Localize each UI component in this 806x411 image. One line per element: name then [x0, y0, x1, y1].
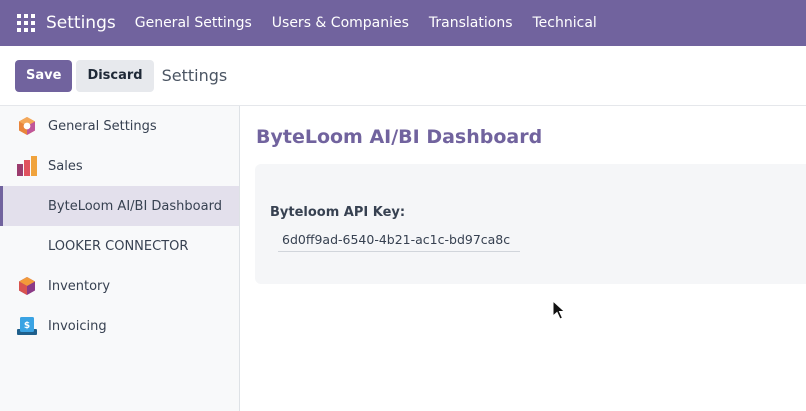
sidebar-item-general-settings[interactable]: General Settings [0, 106, 239, 146]
section-title: ByteLoom AI/BI Dashboard [256, 126, 543, 148]
menu-translations[interactable]: Translations [429, 15, 513, 31]
sidebar-item-sales[interactable]: Sales [0, 146, 239, 186]
sales-chart-icon [17, 156, 37, 176]
inventory-box-icon [17, 276, 37, 296]
sidebar-item-looker-connector[interactable]: LOOKER CONNECTOR [0, 226, 239, 266]
api-key-input[interactable] [278, 227, 520, 252]
settings-sidebar: General Settings Sales ByteLoom AI/BI Da… [0, 106, 240, 411]
sidebar-item-label: Inventory [48, 278, 111, 294]
sidebar-item-label: Invoicing [48, 318, 107, 334]
sidebar-item-label: ByteLoom AI/BI Dashboard [48, 198, 222, 214]
control-panel: Save Discard Settings [0, 46, 806, 106]
menu-users-companies[interactable]: Users & Companies [272, 15, 409, 31]
sidebar-item-label: LOOKER CONNECTOR [48, 238, 189, 254]
odoo-settings-icon [17, 116, 37, 136]
svg-text:$: $ [24, 321, 30, 331]
invoicing-icon: $ [17, 316, 37, 336]
sidebar-item-inventory[interactable]: Inventory [0, 266, 239, 306]
sidebar-item-invoicing[interactable]: $ Invoicing [0, 306, 239, 346]
save-button[interactable]: Save [15, 59, 73, 92]
discard-button[interactable]: Discard [76, 59, 154, 92]
settings-content: ByteLoom AI/BI Dashboard Byteloom API Ke… [240, 106, 806, 411]
menu-technical[interactable]: Technical [533, 15, 597, 31]
mouse-cursor-icon [552, 300, 566, 320]
settings-card: Byteloom API Key: [255, 164, 806, 284]
sidebar-item-label: General Settings [48, 118, 157, 134]
menu-general-settings[interactable]: General Settings [135, 15, 252, 31]
app-title[interactable]: Settings [46, 13, 116, 33]
top-navbar: Settings General Settings Users & Compan… [0, 0, 806, 46]
sidebar-item-byteloom-dashboard[interactable]: ByteLoom AI/BI Dashboard [0, 186, 239, 226]
breadcrumb: Settings [161, 66, 228, 85]
api-key-label: Byteloom API Key: [270, 205, 406, 220]
apps-grid-icon[interactable] [17, 14, 35, 32]
sidebar-item-label: Sales [48, 158, 83, 174]
